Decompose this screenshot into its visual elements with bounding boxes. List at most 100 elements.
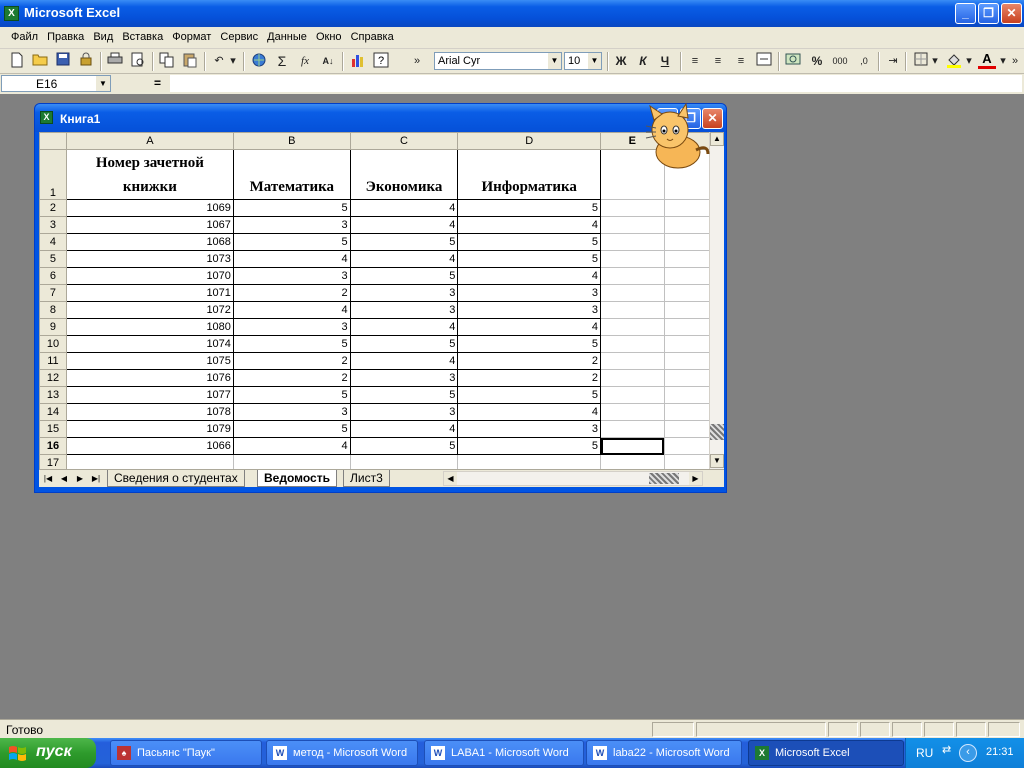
cell[interactable]: 3 [232,403,351,421]
task-word-laba22[interactable]: W laba22 - Microsoft Word [586,740,742,766]
cell[interactable]: 1072 [65,301,234,319]
percent-button[interactable]: % [808,52,826,70]
scroll-thumb[interactable] [649,473,679,484]
cell[interactable]: 5 [457,233,601,251]
copy-icon[interactable] [158,52,176,70]
menu-data[interactable]: Данные [264,27,310,43]
last-sheet-icon[interactable]: ▶| [89,472,103,485]
cell[interactable]: 3 [232,267,351,285]
cell[interactable]: 3 [457,301,601,319]
cell[interactable]: 4 [232,250,351,268]
thousands-separator-button[interactable]: 000 [830,52,850,70]
cell[interactable]: 5 [349,335,459,353]
network-icon[interactable]: ⇄ [942,743,951,756]
row-header[interactable]: 2 [39,199,67,217]
cell[interactable]: 5 [457,199,601,217]
help-icon[interactable]: ? [372,52,390,70]
minimize-button[interactable]: _ [955,3,976,24]
paste-icon[interactable] [181,52,199,70]
align-right-icon[interactable]: ≡ [732,52,750,70]
menu-file[interactable]: Файл [8,27,41,43]
cell[interactable]: 1077 [65,386,234,404]
header-cell-informatics[interactable]: Информатика [457,149,601,200]
cell[interactable]: 2 [232,369,351,387]
menu-help[interactable]: Справка [348,27,397,43]
sheet-tab-students[interactable]: Сведения о студентах [107,470,245,487]
cell[interactable] [600,284,665,302]
cell[interactable] [600,301,665,319]
cell[interactable]: 1068 [65,233,234,251]
formula-input[interactable] [170,75,1022,92]
cell[interactable]: 5 [232,335,351,353]
scroll-up-icon[interactable]: ▲ [710,132,724,146]
cell[interactable]: 4 [349,318,459,336]
cell[interactable]: 5 [457,437,601,455]
cell[interactable] [600,369,665,387]
row-header[interactable]: 15 [39,420,67,438]
row-header[interactable]: 10 [39,335,67,353]
cell[interactable]: 4 [457,403,601,421]
fill-color-dropdown-icon[interactable]: ▾ [964,52,974,70]
vertical-scrollbar[interactable]: ▲ ▼ [709,132,724,469]
print-preview-icon[interactable] [129,52,147,70]
row-header[interactable]: 11 [39,352,67,370]
cell[interactable]: 3 [349,301,459,319]
function-icon[interactable]: fx [296,52,314,70]
cell[interactable]: 4 [349,250,459,268]
cell[interactable]: 3 [349,284,459,302]
cell[interactable]: 4 [457,216,601,234]
row-header[interactable]: 14 [39,403,67,421]
office-assistant-cat-icon[interactable] [640,100,712,174]
cell[interactable]: 5 [349,233,459,251]
workbook-title-bar[interactable]: X Книга1 _ ❐ ✕ [35,104,726,132]
task-excel[interactable]: X Microsoft Excel [748,740,904,766]
bold-button[interactable]: Ж [612,52,630,70]
increase-decimal-icon[interactable]: ,0 [855,52,873,70]
scroll-down-icon[interactable]: ▼ [710,454,724,468]
cell[interactable]: 5 [457,335,601,353]
cell[interactable]: 4 [349,420,459,438]
row-header[interactable]: 9 [39,318,67,336]
cell[interactable] [600,250,665,268]
save-icon[interactable] [54,52,72,70]
column-header[interactable]: C [349,132,459,150]
undo-icon[interactable]: ↶ [210,52,228,70]
next-sheet-icon[interactable]: ▶ [73,472,87,485]
row-header[interactable]: 16 [39,437,67,455]
permission-icon[interactable] [77,52,95,70]
cell[interactable]: 4 [457,318,601,336]
task-spider-solitaire[interactable]: ♠ Пасьянс "Паук" [110,740,262,766]
cell[interactable]: 1071 [65,284,234,302]
cell[interactable]: 1080 [65,318,234,336]
column-header[interactable]: D [457,132,601,150]
excel-icon[interactable]: X [4,6,19,21]
cell[interactable]: 1069 [65,199,234,217]
borders-icon[interactable] [912,52,930,70]
cell[interactable]: 3 [232,216,351,234]
cell[interactable]: 2 [457,369,601,387]
task-word-laba1[interactable]: W LABA1 - Microsoft Word [424,740,584,766]
merge-center-icon[interactable] [755,52,773,70]
menu-edit[interactable]: Правка [44,27,87,43]
cell[interactable]: 4 [349,216,459,234]
row-header[interactable]: 7 [39,284,67,302]
select-all-corner[interactable] [39,132,67,150]
cell[interactable] [600,403,665,421]
align-left-icon[interactable]: ≡ [686,52,704,70]
prev-sheet-icon[interactable]: ◀ [57,472,71,485]
cell[interactable]: 5 [232,199,351,217]
menu-view[interactable]: Вид [90,27,116,43]
name-box[interactable]: E16 ▼ [1,75,111,92]
cell[interactable]: 5 [457,250,601,268]
currency-icon[interactable] [784,52,802,70]
column-header[interactable]: A [65,132,234,150]
font-name-select[interactable]: Arial Cyr ▼ [434,52,562,70]
open-folder-icon[interactable] [31,52,49,70]
cell[interactable]: 4 [349,199,459,217]
cell[interactable]: 5 [349,267,459,285]
cell[interactable]: 1066 [65,437,234,455]
cell[interactable]: 5 [457,386,601,404]
header-cell-economics[interactable]: Экономика [349,149,459,200]
font-color-dropdown-icon[interactable]: ▾ [998,52,1008,70]
cell[interactable]: 4 [232,301,351,319]
